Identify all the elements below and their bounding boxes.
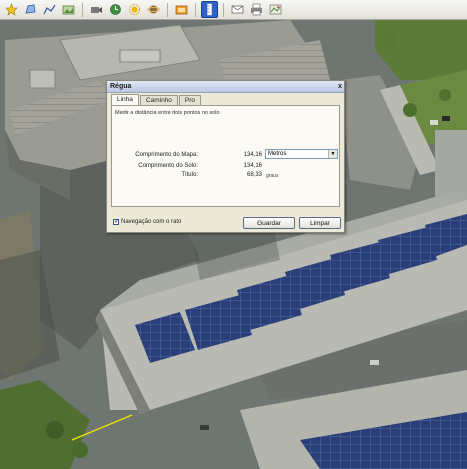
planets-icon bbox=[147, 5, 160, 14]
polygon-icon bbox=[25, 4, 36, 14]
historical-imagery-icon bbox=[110, 4, 121, 15]
close-icon[interactable]: x bbox=[338, 81, 342, 92]
ruler-button[interactable] bbox=[201, 1, 218, 18]
measure-description: Medir a distância entre dois pontos no s… bbox=[115, 110, 220, 116]
save-image-button[interactable] bbox=[173, 1, 190, 18]
mouse-navigation-checkbox[interactable]: ✓ bbox=[113, 219, 119, 225]
map-length-value: 134,16 bbox=[243, 152, 262, 158]
heading-unit: graus bbox=[266, 173, 279, 179]
unit-select-value: Metros bbox=[268, 151, 287, 157]
path-icon bbox=[43, 4, 56, 15]
toolbar-separator bbox=[223, 2, 224, 17]
dialog-title: Régua bbox=[110, 83, 132, 90]
path-button[interactable] bbox=[41, 1, 58, 18]
view-in-maps-button[interactable] bbox=[267, 1, 284, 18]
mouse-navigation-label: Navegação com o rato bbox=[121, 219, 182, 225]
toolbar-separator bbox=[167, 2, 168, 17]
main-toolbar bbox=[0, 0, 467, 20]
sun-button[interactable] bbox=[126, 1, 143, 18]
save-image-icon bbox=[175, 5, 188, 15]
map-length-label: Comprimento do Mapa: bbox=[135, 152, 198, 158]
toolbar-separator bbox=[195, 2, 196, 17]
image-overlay-icon bbox=[62, 5, 75, 15]
placemark-icon bbox=[5, 3, 18, 16]
unit-select[interactable]: Metros ▼ bbox=[265, 149, 338, 159]
polygon-button[interactable] bbox=[22, 1, 39, 18]
mouse-navigation-option[interactable]: ✓ Navegação com o rato bbox=[113, 219, 181, 225]
print-button[interactable] bbox=[248, 1, 265, 18]
chevron-down-icon[interactable]: ▼ bbox=[328, 150, 337, 158]
ground-length-value: 134,16 bbox=[243, 163, 262, 169]
record-tour-icon bbox=[91, 7, 102, 13]
clear-button[interactable]: Limpar bbox=[299, 217, 341, 229]
ruler-icon bbox=[207, 3, 212, 16]
view-in-maps-icon bbox=[269, 4, 282, 15]
historical-imagery-button[interactable] bbox=[107, 1, 124, 18]
email-icon bbox=[231, 5, 244, 14]
ground-length-label: Comprimento do Solo: bbox=[138, 163, 198, 169]
heading-label: Título: bbox=[181, 172, 198, 178]
email-button[interactable] bbox=[229, 1, 246, 18]
placemark-button[interactable] bbox=[3, 1, 20, 18]
record-tour-button[interactable] bbox=[88, 1, 105, 18]
save-button[interactable]: Guardar bbox=[243, 217, 295, 229]
ruler-dialog: Régua x Linha Caminho Pro Medir a distân… bbox=[106, 80, 345, 233]
print-icon bbox=[251, 3, 262, 16]
dialog-title-bar: Régua x bbox=[107, 81, 344, 93]
sun-icon bbox=[129, 4, 140, 15]
line-tab-panel: Medir a distância entre dois pontos no s… bbox=[111, 105, 340, 207]
planets-button[interactable] bbox=[145, 1, 162, 18]
image-overlay-button[interactable] bbox=[60, 1, 77, 18]
toolbar-separator bbox=[82, 2, 83, 17]
heading-value: 68,33 bbox=[246, 172, 262, 178]
